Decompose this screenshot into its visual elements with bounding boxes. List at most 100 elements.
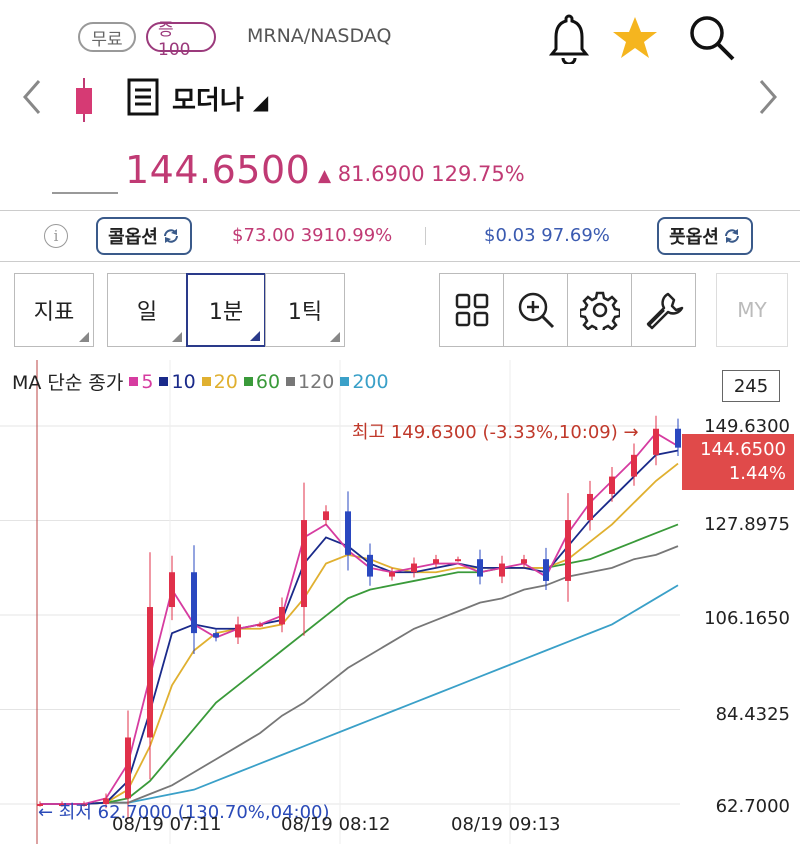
candle [455, 559, 461, 562]
document-icon[interactable] [126, 78, 160, 116]
put-option-price: $0.03 [484, 225, 536, 246]
free-badge[interactable]: 무료 [78, 22, 136, 52]
legend-item-ma20: 20 [201, 370, 238, 393]
ma-legend[interactable]: MA 단순 종가 5 10 20 60 120 200 [12, 368, 389, 395]
candle [147, 607, 153, 738]
candle [389, 572, 395, 577]
my-button[interactable]: MY [716, 273, 788, 347]
call-option-quote: $73.00 3910.99% [232, 225, 392, 246]
search-icon[interactable] [684, 10, 740, 66]
info-icon[interactable]: i [44, 224, 68, 248]
candle [279, 607, 285, 625]
candle [587, 493, 593, 521]
legend-label-ma10: 10 [171, 370, 196, 393]
star-icon[interactable] [607, 10, 663, 66]
chart-toolbar: 지표 일 1분 1틱 MY [0, 262, 800, 360]
put-option-percent: 97.69% [541, 225, 610, 246]
cert-badge[interactable]: 증100 [146, 20, 216, 60]
current-price-tag: 144.6500 1.44% [682, 434, 794, 490]
top-bar: 무료 증100 MRNA/NASDAQ [0, 0, 800, 75]
legend-swatch [159, 377, 169, 386]
candle [301, 520, 307, 608]
candle [191, 572, 197, 634]
day-button[interactable]: 일 [107, 273, 187, 347]
candle [521, 559, 527, 564]
grid-layout-icon[interactable] [439, 273, 504, 347]
candle [125, 737, 131, 799]
legend-title: MA 단순 종가 [12, 372, 124, 394]
ma-line-120 [40, 545, 679, 805]
indicator-button[interactable]: 지표 [14, 273, 94, 347]
legend-swatch [243, 377, 253, 386]
legend-item-ma120: 120 [286, 371, 334, 393]
gear-icon[interactable] [567, 273, 632, 347]
current-price-percent: 1.44% [728, 463, 786, 484]
current-price: 144.6500 [125, 148, 311, 192]
ma-line-60 [40, 523, 679, 805]
legend-item-ma200: 200 [340, 370, 389, 393]
legend-swatch [340, 377, 350, 386]
bell-icon[interactable] [541, 10, 597, 66]
candle [609, 476, 615, 494]
y-axis-label: 127.8975 [704, 514, 790, 535]
candle [477, 559, 483, 577]
ma-line-200 [40, 584, 679, 805]
stock-name-bar: 모더나 ◢ [0, 72, 800, 122]
put-option-button[interactable]: 풋옵션 [657, 217, 753, 255]
legend-item-ma10: 10 [159, 370, 196, 393]
my-label: MY [737, 298, 767, 322]
legend-item-ma60: 60 [243, 371, 280, 393]
options-bar: i 콜옵션 $73.00 3910.99% $0.03 97.69% 풋옵션 [0, 210, 800, 262]
candle [213, 633, 219, 638]
y-axis-label: 84.4325 [715, 704, 790, 725]
current-price-value: 144.6500 [700, 439, 786, 460]
minute-button[interactable]: 1분 [186, 273, 266, 347]
dropdown-arrow-icon: ◢ [252, 90, 269, 114]
candle [675, 428, 681, 448]
legend-label-ma200: 200 [352, 370, 389, 393]
wrench-icon[interactable] [631, 273, 696, 347]
price-change: ▲ 81.6900 129.75% [318, 162, 525, 186]
legend-swatch [129, 377, 139, 386]
legend-swatch [286, 377, 296, 386]
tick-button[interactable]: 1틱 [265, 273, 345, 347]
candle [631, 454, 637, 477]
x-axis-label: 08/19 07:11 [112, 814, 222, 835]
symbol-label: MRNA/NASDAQ [247, 25, 392, 47]
call-option-percent: 3910.99% [300, 225, 393, 246]
candle [565, 520, 571, 581]
minute-label: 1분 [208, 300, 244, 325]
candle [323, 511, 329, 521]
chevron-left-icon[interactable] [12, 72, 52, 122]
put-option-quote: $0.03 97.69% [484, 225, 610, 246]
refresh-icon [163, 229, 178, 243]
candle [257, 624, 263, 627]
legend-item-ma5: 5 [129, 371, 153, 393]
x-axis-label: 08/19 08:12 [281, 814, 391, 835]
indicator-label: 지표 [33, 300, 75, 325]
legend-swatch [201, 377, 211, 386]
legend-label-ma5: 5 [141, 370, 154, 393]
stock-name[interactable]: 모더나 ◢ [172, 80, 268, 117]
put-option-label: 풋옵션 [669, 227, 719, 248]
tick-label: 1틱 [287, 300, 323, 325]
chevron-right-icon[interactable] [748, 72, 788, 122]
legend-label-ma120: 120 [298, 370, 335, 393]
change-percent: 129.75% [431, 162, 525, 186]
legend-label-ma20: 20 [213, 370, 238, 393]
price-underline [52, 192, 118, 194]
candle [345, 511, 351, 555]
x-axis-label: 08/19 09:13 [451, 814, 561, 835]
up-arrow-icon: ▲ [318, 166, 332, 186]
zoom-in-icon[interactable] [503, 273, 568, 347]
candle-count-box[interactable]: 245 [722, 370, 780, 402]
call-option-price: $73.00 [232, 225, 295, 246]
candle [169, 572, 175, 608]
call-option-button[interactable]: 콜옵션 [96, 217, 192, 255]
candle [411, 563, 417, 573]
candle [499, 563, 505, 577]
candle [433, 559, 439, 564]
candle [235, 624, 241, 638]
refresh-icon [724, 229, 739, 243]
change-value: 81.6900 [337, 162, 425, 186]
